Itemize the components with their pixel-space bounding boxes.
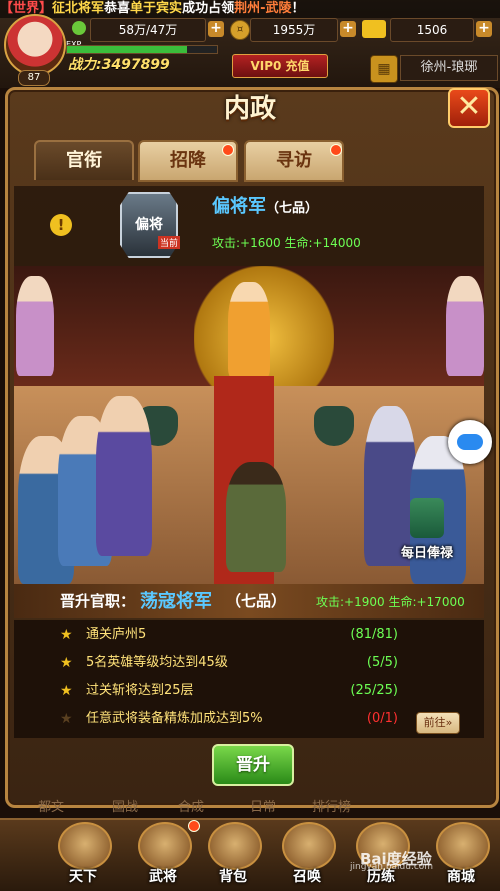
nav-label: 武将 — [149, 869, 177, 885]
nav-bag[interactable]: 背包 — [202, 822, 264, 885]
combat-power: 战力:3497899 — [68, 57, 170, 73]
requirement-item: ★ 过关斩将达到25层 (25/25) — [48, 678, 478, 704]
star-empty-icon: ★ — [60, 711, 73, 727]
exp-bar-fill — [67, 46, 187, 53]
requirement-progress: (5/5) — [366, 655, 398, 670]
requirement-text: 任意武将装备精炼加成达到5% — [86, 711, 263, 726]
requirement-progress: (0/1) — [366, 711, 398, 726]
vip-recharge-button[interactable]: VIP0 充值 — [232, 54, 328, 78]
ticker-player-name: 单于宾实 — [130, 1, 183, 16]
ghost-tab: 日常 — [250, 800, 277, 815]
world-ticker[interactable]: 【世界】征北将军恭喜单于宾实成功占领荆州-武陵！ — [0, 0, 500, 18]
backpack-icon — [208, 822, 262, 870]
requirement-progress: (25/25) — [350, 683, 398, 698]
nav-label: 召唤 — [293, 869, 321, 885]
maid-left — [16, 276, 54, 376]
salary-jade-icon — [410, 498, 444, 538]
helmet-icon — [138, 822, 192, 870]
search-notification-dot — [330, 144, 342, 156]
game-center-button[interactable] — [448, 420, 492, 464]
player-general-figure — [226, 462, 286, 572]
requirement-item: ★ 通关庐州5 (81/81) — [48, 622, 478, 648]
add-food-button[interactable]: + — [208, 21, 224, 37]
food-icon — [72, 21, 86, 35]
nav-summon[interactable]: 召唤 — [276, 822, 338, 885]
shop-icon — [436, 822, 490, 870]
maid-right — [446, 276, 484, 376]
requirement-text: 通关庐州5 — [86, 627, 147, 642]
requirement-text: 过关斩将达到25层 — [86, 683, 194, 698]
star-icon: ★ — [60, 655, 73, 671]
info-icon[interactable]: ! — [50, 214, 72, 236]
ticker-headline: 征北将军 — [52, 1, 105, 16]
nav-label: 商城 — [447, 869, 475, 885]
daily-salary-button[interactable]: 每日俸禄 — [392, 498, 462, 562]
rank-badge-current: 当前 — [158, 236, 181, 249]
ticker-mid: 成功占领 — [182, 1, 235, 16]
map-scroll-icon — [58, 822, 112, 870]
tab-search[interactable]: 寻访 — [244, 140, 344, 182]
ghost-tab: 排行榜 — [312, 800, 352, 815]
gamepad-icon — [457, 434, 483, 450]
gate-icon — [282, 822, 336, 870]
panel-title: 内政 — [223, 94, 276, 124]
requirement-progress: (81/81) — [350, 627, 398, 642]
city-icon[interactable]: ▦ — [370, 55, 398, 83]
nav-generals[interactable]: 武将 — [132, 822, 194, 885]
tab-rank[interactable]: 官衔 — [34, 140, 134, 180]
gold-ingot-icon — [362, 20, 386, 38]
star-icon: ★ — [60, 683, 73, 699]
add-silver-button[interactable]: + — [340, 21, 356, 37]
recruit-notification-dot — [222, 144, 234, 156]
generals-notification-dot — [188, 820, 200, 832]
current-rank-grade: （七品） — [266, 201, 319, 216]
nav-label: 背包 — [219, 869, 247, 885]
silver-value: 1955万 — [250, 18, 338, 42]
food-value: 58万/47万 — [90, 18, 206, 42]
promotion-label: 晋升官职： — [60, 592, 136, 610]
nav-label: 天下 — [69, 869, 97, 885]
ticker-tag: 【世界】 — [0, 1, 53, 16]
ticker-end: ！ — [291, 1, 305, 16]
promotion-rank-name: 荡寇将军 — [140, 591, 212, 612]
requirement-text: 5名英雄等级均达到45级 — [86, 655, 228, 670]
ghost-tab: 国战 — [112, 800, 139, 815]
silver-coin-icon: ¤ — [230, 20, 250, 40]
current-rank-title: 偏将军（七品） — [212, 192, 318, 218]
ticker-location: 荆州-武陵 — [234, 1, 292, 16]
player-avatar[interactable] — [4, 14, 66, 76]
incense-burner-right — [314, 406, 354, 446]
exp-bar — [66, 45, 218, 54]
promote-button[interactable]: 晋升 — [212, 744, 294, 786]
player-level: 87 — [18, 70, 50, 86]
city-name[interactable]: 徐州-琅琊 — [400, 55, 498, 81]
nav-shop[interactable]: 商城 — [430, 822, 492, 885]
daily-salary-label: 每日俸禄 — [400, 546, 453, 561]
ghost-tab: 合成 — [178, 800, 205, 815]
watermark-url: jingyan.baidu.com — [350, 862, 434, 872]
requirement-item: ★ 任意武将装备精炼加成达到5% (0/1) — [48, 706, 478, 732]
goto-button[interactable]: 前往» — [416, 712, 460, 734]
close-button[interactable]: ✕ — [448, 88, 490, 128]
rank-badge-text: 偏将 — [135, 217, 163, 233]
ticker-pre: 恭喜 — [104, 1, 131, 16]
ghost-tab: 都文 — [38, 800, 65, 815]
requirement-item: ★ 5名英雄等级均达到45级 (5/5) — [48, 650, 478, 676]
current-rank-name: 偏将军 — [212, 196, 266, 217]
hidden-tab-strip: 都文 国战 合成 日常 排行榜 — [0, 796, 500, 815]
gold-value: 1506 — [390, 18, 474, 42]
promotion-rank-grade: （七品） — [226, 592, 287, 610]
emperor-figure — [228, 282, 270, 378]
current-rank-stats: 攻击:+1600 生命:+14000 — [212, 236, 361, 250]
official-left-3 — [96, 396, 152, 556]
nav-world[interactable]: 天下 — [52, 822, 114, 885]
add-gold-button[interactable]: + — [476, 21, 492, 37]
star-icon: ★ — [60, 627, 73, 643]
promotion-stats: 攻击:+1900 生命:+17000 — [316, 595, 465, 609]
